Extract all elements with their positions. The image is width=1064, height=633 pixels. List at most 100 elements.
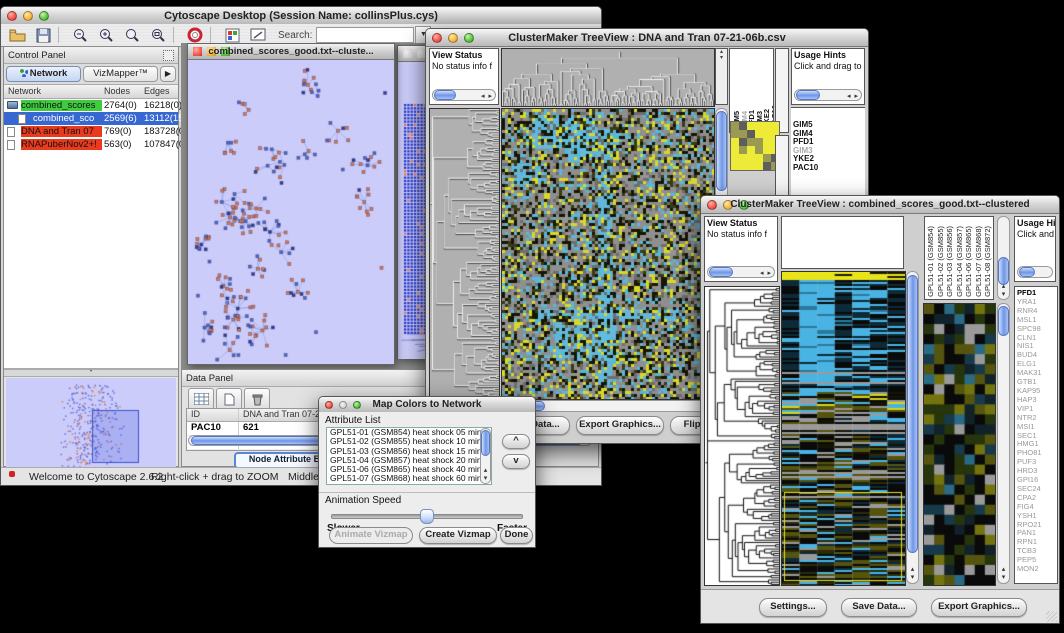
dialog-titlebar[interactable]: Map Colors to Network	[319, 397, 535, 413]
attribute-item[interactable]: GPL51-07 (GSM868) heat shock 60 min	[327, 474, 491, 483]
network-tree-row[interactable]: RNAPuberNov2+! 563(0) 107847(0)	[4, 138, 178, 151]
usage-hints-hscrollbar[interactable]: ◂ ▸	[794, 89, 862, 101]
usage-hints-hscrollbar[interactable]	[1017, 266, 1053, 278]
global-heatmap-canvas[interactable]	[501, 108, 715, 400]
annotation-icon[interactable]	[248, 26, 268, 44]
scrollbar-thumb[interactable]	[716, 111, 727, 191]
column-label[interactable]: GPL51-02 (GSM855)	[936, 226, 946, 297]
zoom-window-button[interactable]	[353, 401, 361, 409]
scrollbar-thumb[interactable]	[434, 90, 456, 100]
zoom-cell[interactable]	[731, 154, 739, 162]
network-tree-row[interactable]: DNA and Tran 07 769(0) 183728(0)	[4, 125, 178, 138]
column-edges[interactable]: Edges	[144, 86, 170, 96]
zoom-cell[interactable]	[747, 122, 755, 130]
close-button[interactable]	[432, 33, 442, 43]
main-titlebar[interactable]: Cytoscape Desktop (Session Name: collins…	[1, 7, 601, 25]
new-attribute-icon[interactable]	[216, 388, 242, 410]
scrollbar-thumb[interactable]	[907, 275, 918, 553]
zoom-cell[interactable]	[739, 154, 747, 162]
zoom-cell[interactable]	[739, 138, 747, 146]
column-label[interactable]: GPL51-08 (GSM872)	[983, 226, 993, 297]
row-dendrogram-canvas[interactable]	[704, 286, 780, 586]
zoom-cell[interactable]	[731, 138, 739, 146]
save-data-button[interactable]: Save Data...	[841, 598, 917, 617]
zoom-window-button[interactable]	[39, 11, 49, 21]
column-label[interactable]: GPL51-03 (GSM856)	[945, 226, 955, 297]
zoom-cell[interactable]	[755, 130, 763, 138]
zoom-cell[interactable]	[771, 122, 779, 130]
float-panel-icon[interactable]	[163, 50, 174, 61]
resize-grip[interactable]	[1046, 611, 1057, 622]
close-button[interactable]	[707, 200, 717, 210]
column-network[interactable]: Network	[8, 86, 41, 96]
row-dendrogram-canvas[interactable]	[429, 108, 500, 400]
column-label[interactable]: GPL51-04 (GSM857)	[955, 226, 965, 297]
zoom-cell[interactable]	[739, 130, 747, 138]
zoom-cell[interactable]	[739, 122, 747, 130]
view-status-hscrollbar[interactable]: ◂ ▸	[707, 266, 775, 278]
attribute-list-vscrollbar[interactable]: ▴▾	[480, 428, 491, 484]
done-button[interactable]: Done	[500, 527, 533, 544]
zoom-cell[interactable]	[763, 162, 771, 170]
export-graphics-button[interactable]: Export Graphics...	[931, 598, 1027, 617]
zoom-cell[interactable]	[739, 162, 747, 170]
minimize-button[interactable]	[339, 401, 347, 409]
scrollbar-thumb[interactable]	[1019, 267, 1035, 277]
zoom-cell[interactable]	[747, 146, 755, 154]
open-folder-icon[interactable]	[7, 26, 27, 44]
close-button[interactable]	[325, 401, 333, 409]
vizmapper-icon[interactable]	[222, 26, 242, 44]
zoom-vscrollbar[interactable]: ▴▾	[997, 303, 1010, 584]
column-labels-vscrollbar[interactable]: ▴▾	[997, 216, 1010, 300]
zoom-heatmap-canvas[interactable]	[923, 303, 996, 586]
zoom-cell[interactable]	[747, 162, 755, 170]
zoom-cell[interactable]	[747, 138, 755, 146]
scrollbar-thumb[interactable]	[998, 257, 1009, 285]
minimize-button[interactable]	[448, 33, 458, 43]
scrollbar-thumb[interactable]	[709, 267, 733, 277]
zoom-cell[interactable]	[747, 154, 755, 162]
minimize-button[interactable]	[23, 11, 33, 21]
animate-vizmap-button[interactable]: Animate Vizmap	[329, 527, 413, 544]
zoom-cell[interactable]	[731, 130, 739, 138]
speed-slider-thumb[interactable]	[420, 509, 434, 524]
network-tree-row[interactable]: combined_sco 2569(6) 13112(15)	[4, 112, 178, 125]
zoom-window-button[interactable]	[221, 47, 230, 56]
zoom-cell[interactable]	[731, 122, 739, 130]
minimize-button[interactable]	[207, 47, 216, 56]
zoom-cell[interactable]	[739, 146, 747, 154]
gene-label[interactable]: MON2	[1015, 565, 1057, 574]
move-up-button[interactable]: ^	[502, 434, 530, 449]
zoom-cell[interactable]	[731, 162, 739, 170]
zoom-cell[interactable]	[763, 122, 771, 130]
create-vizmap-button[interactable]: Create Vizmap	[419, 527, 497, 544]
zoom-cell[interactable]	[755, 154, 763, 162]
column-label[interactable]: GPL51-07 (GSM868)	[974, 226, 984, 297]
zoom-window-button[interactable]	[739, 200, 749, 210]
zoom-cell[interactable]	[747, 130, 755, 138]
zoom-selected-icon[interactable]	[122, 26, 142, 44]
export-graphics-button[interactable]: Export Graphics...	[576, 416, 664, 435]
row-label[interactable]: PAC10	[791, 164, 865, 173]
zoom-in-icon[interactable]	[96, 26, 116, 44]
tab-network[interactable]: Network	[6, 66, 81, 82]
zoom-out-icon[interactable]	[70, 26, 90, 44]
zoom-cell[interactable]	[763, 138, 771, 146]
close-button[interactable]	[7, 11, 17, 21]
move-down-button[interactable]: v	[502, 454, 530, 469]
settings-button[interactable]: Settings...	[759, 598, 827, 617]
close-button[interactable]	[403, 49, 412, 58]
close-button[interactable]	[193, 47, 202, 56]
tab-overflow-arrow[interactable]: ▶	[160, 66, 176, 82]
scrollbar-thumb[interactable]	[796, 90, 820, 100]
help-icon[interactable]	[185, 26, 205, 44]
zoom-cell[interactable]	[731, 146, 739, 154]
view-status-hscrollbar[interactable]: ◂ ▸	[432, 89, 496, 101]
column-nodes[interactable]: Nodes	[104, 86, 130, 96]
network-tree-row[interactable]: combined_scores 2764(0) 16218(0)	[4, 99, 178, 112]
treeview2-titlebar[interactable]: ClusterMaker TreeView : combined_scores_…	[701, 196, 1059, 214]
minimize-button[interactable]	[723, 200, 733, 210]
scrollbar-thumb[interactable]	[481, 430, 490, 456]
column-dendrogram-panel[interactable]	[781, 216, 904, 269]
global-heatmap-canvas[interactable]	[781, 271, 906, 586]
